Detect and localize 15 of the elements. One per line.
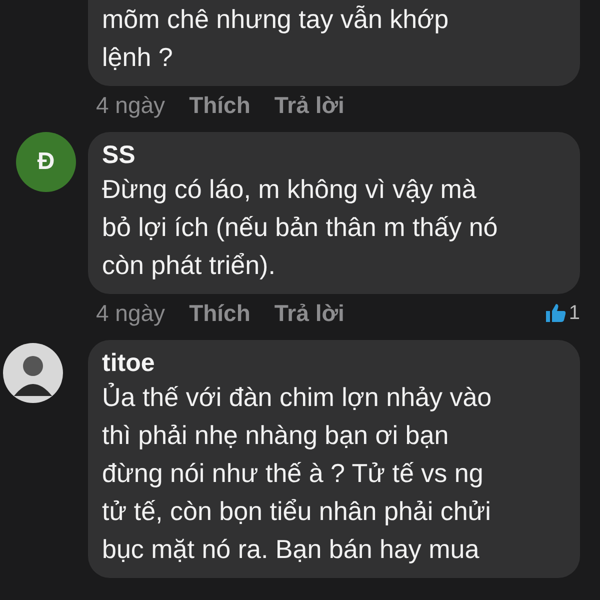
avatar-photo-placeholder[interactable] (2, 342, 64, 404)
reply-link[interactable]: Trả lời (274, 90, 344, 120)
like-link[interactable]: Thích (189, 298, 250, 328)
comment-text: Ủa thế với đàn chim lợn nhảy vào thì phải nhẹ nhàng bạn ơi bạn đừng nói như thế à ? Tử tế vs ng tử tế, còn bọn tiểu nhân phải chửi bục mặt nó ra. Bạn bán hay mua (102, 381, 493, 566)
commenter-name[interactable]: SS (102, 140, 564, 170)
avatar-initial[interactable]: Đ (16, 132, 76, 192)
like-link[interactable]: Thích (189, 90, 250, 120)
comment-text: Đừng có láo, m không vì vậy mà bỏ lợi ích (nếu bản thân m thấy nó còn phát triển). (102, 173, 499, 282)
comment-time: 4 ngày (96, 91, 166, 120)
reaction-count: 1 (568, 301, 580, 326)
reply-link[interactable]: Trả lời (274, 298, 344, 328)
comment-time: 4 ngày (96, 299, 166, 328)
comment-text: mõm chê nhưng tay vẫn khớp lệnh ? (102, 3, 450, 74)
commenter-name[interactable]: titoe (102, 348, 564, 378)
thumbs-up-icon (544, 303, 567, 323)
